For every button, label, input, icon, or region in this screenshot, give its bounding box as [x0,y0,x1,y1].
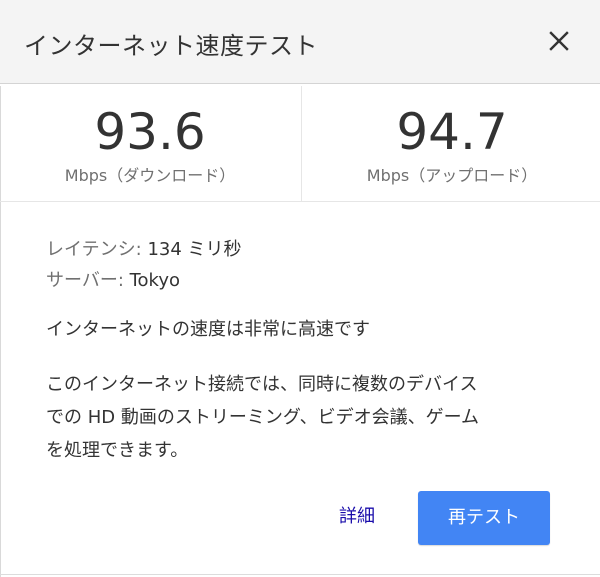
description-line: での HD 動画のストリーミング、ビデオ会議、ゲーム [46,407,480,428]
close-icon [549,31,569,51]
dialog-title: インターネット速度テスト [24,32,318,60]
latency-value: 134 ミリ秒 [141,239,242,260]
download-speed-value: 93.6 [94,103,206,161]
server-value: Tokyo [123,270,181,291]
download-result: 93.6 Mbps（ダウンロード） [0,104,300,186]
download-speed-unit: Mbps（ダウンロード） [64,166,236,185]
close-button[interactable] [545,27,573,55]
connection-info: レイテンシ: 134 ミリ秒 サーバー: Tokyo [46,234,242,296]
description-line: このインターネット接続では、同時に複数のデバイス [46,374,478,395]
speed-results: 93.6 Mbps（ダウンロード） 94.7 Mbps（アップロード） [0,86,600,202]
dialog-bottom-border [0,574,600,575]
server-row: サーバー: Tokyo [46,265,242,296]
retest-button[interactable]: 再テスト [418,491,550,545]
speed-test-dialog: インターネット速度テスト 93.6 Mbps（ダウンロード） 94.7 Mbps… [0,0,600,577]
dialog-header: インターネット速度テスト [0,0,600,84]
details-link[interactable]: 詳細 [339,502,375,528]
speed-description: このインターネット接続では、同時に複数のデバイス での HD 動画のストリーミン… [46,368,566,467]
latency-label: レイテンシ: [46,239,142,260]
upload-speed-unit: Mbps（アップロード） [366,166,538,185]
speed-summary: インターネットの速度は非常に高速です [46,319,370,340]
upload-speed-value: 94.7 [396,103,508,161]
latency-row: レイテンシ: 134 ミリ秒 [46,234,242,265]
description-line: を処理できます。 [46,440,189,461]
upload-result: 94.7 Mbps（アップロード） [302,104,600,186]
server-label: サーバー: [46,270,124,291]
